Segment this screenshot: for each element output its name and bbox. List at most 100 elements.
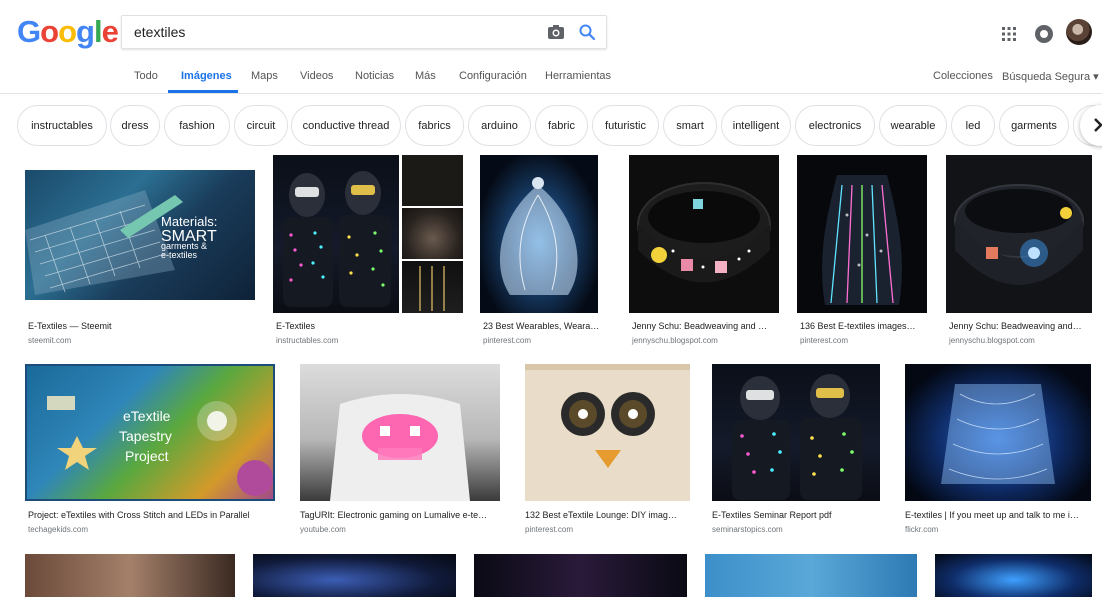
result-thumbnail[interactable]: [300, 364, 500, 501]
safe-search-dropdown[interactable]: Búsqueda Segura ▾: [1002, 70, 1099, 83]
result-title[interactable]: Jenny Schu: Beadweaving and …: [632, 321, 777, 331]
image-result[interactable]: [474, 554, 687, 597]
chip[interactable]: conductive thread: [291, 105, 401, 146]
chip[interactable]: fabrics: [405, 105, 464, 146]
result-thumbnail[interactable]: [273, 155, 399, 313]
image-result[interactable]: eTextile Tapestry Project Project: eText…: [25, 364, 280, 536]
led-suits-image: [732, 374, 862, 500]
tab-configuracion[interactable]: Configuración: [459, 70, 527, 82]
thumbnail-text: Tapestry: [119, 428, 172, 444]
result-source: jennyschu.blogspot.com: [949, 336, 1035, 345]
avatar[interactable]: [1066, 19, 1092, 45]
result-thumbnail[interactable]: [797, 155, 927, 313]
logo-letter: e: [101, 14, 119, 49]
graphene-sheet-image: [25, 190, 183, 295]
image-result[interactable]: E-Textiles instructables.com: [273, 155, 463, 345]
result-title[interactable]: E-Textiles Seminar Report pdf: [712, 510, 880, 520]
result-source: pinterest.com: [483, 336, 532, 345]
tab-mas[interactable]: Más: [415, 70, 436, 82]
chip[interactable]: wearable: [879, 105, 947, 146]
image-result[interactable]: 23 Best Wearables, Weara… pinterest.com: [480, 155, 610, 345]
image-result[interactable]: 136 Best E-textiles images… pinterest.co…: [797, 155, 927, 345]
image-result[interactable]: [25, 554, 235, 597]
result-title[interactable]: Jenny Schu: Beadweaving and…: [949, 321, 1091, 331]
search-icon[interactable]: [578, 23, 596, 41]
result-thumbnail[interactable]: [25, 554, 235, 597]
result-thumbnail[interactable]: [474, 554, 687, 597]
result-thumbnail[interactable]: [705, 554, 917, 597]
result-thumbnail[interactable]: [905, 364, 1091, 501]
image-result[interactable]: TagURIt: Electronic gaming on Lumalive e…: [300, 364, 500, 536]
image-result[interactable]: 132 Best eTextile Lounge: DIY imag… pint…: [525, 364, 690, 536]
chip[interactable]: circuit: [234, 105, 288, 146]
chevron-right-icon: [1094, 118, 1102, 132]
chip[interactable]: arduino: [468, 105, 531, 146]
result-title[interactable]: TagURIt: Electronic gaming on Lumalive e…: [300, 510, 498, 520]
thumbnail-text: Materials:: [161, 214, 218, 229]
result-thumbnail[interactable]: Materials: SMART garments & e-textiles: [25, 170, 255, 300]
result-thumbnail[interactable]: [525, 364, 690, 501]
chip[interactable]: electronics: [795, 105, 875, 146]
image-result[interactable]: [705, 554, 917, 597]
result-thumbnail[interactable]: [946, 155, 1092, 313]
google-logo[interactable]: Google: [17, 14, 119, 50]
result-source: jennyschu.blogspot.com: [632, 336, 718, 345]
result-source: youtube.com: [300, 525, 346, 534]
chip[interactable]: fashion: [164, 105, 230, 146]
thumbnail-text: eTextile: [123, 408, 171, 424]
search-input[interactable]: [134, 16, 534, 48]
image-result[interactable]: [935, 554, 1092, 597]
tab-herramientas[interactable]: Herramientas: [545, 70, 611, 82]
apps-grid-icon[interactable]: [1002, 27, 1016, 41]
result-title[interactable]: E-Textiles: [276, 321, 461, 331]
chip[interactable]: smart: [663, 105, 717, 146]
result-thumbnail[interactable]: [712, 364, 880, 501]
result-thumbnail[interactable]: eTextile Tapestry Project: [25, 364, 275, 501]
result-title[interactable]: E-Textiles — Steemit: [28, 321, 253, 331]
result-thumbnail[interactable]: [629, 155, 779, 313]
result-title[interactable]: 23 Best Wearables, Weara…: [483, 321, 609, 331]
result-source: techagekids.com: [28, 525, 89, 534]
led-shirt-image: [330, 394, 470, 501]
image-result[interactable]: Jenny Schu: Beadweaving and… jennyschu.b…: [946, 155, 1092, 345]
result-title[interactable]: 136 Best E-textiles images…: [800, 321, 926, 331]
result-thumbnail[interactable]: [253, 554, 456, 597]
collections-link[interactable]: Colecciones: [933, 70, 993, 82]
chip[interactable]: garments: [999, 105, 1069, 146]
image-result[interactable]: Materials: SMART garments & e-textiles E…: [25, 155, 255, 345]
tab-videos[interactable]: Videos: [300, 70, 333, 82]
result-title[interactable]: E-textiles | If you meet up and talk to …: [905, 510, 1091, 520]
glowing-top-image: [941, 384, 1055, 484]
beaded-pacman-bracelet-image: [637, 182, 771, 283]
tab-maps[interactable]: Maps: [251, 70, 278, 82]
result-thumbnail[interactable]: [402, 261, 463, 313]
chip[interactable]: futuristic: [592, 105, 659, 146]
search-box: [121, 15, 607, 49]
result-thumbnail[interactable]: [935, 554, 1092, 597]
chip[interactable]: led: [951, 105, 995, 146]
result-title[interactable]: 132 Best eTextile Lounge: DIY imag…: [525, 510, 690, 520]
result-thumbnail[interactable]: [402, 208, 463, 259]
chip[interactable]: intelligent: [721, 105, 791, 146]
result-source: steemit.com: [28, 336, 72, 345]
tab-todo[interactable]: Todo: [134, 70, 158, 82]
result-thumbnail[interactable]: [402, 155, 463, 206]
camera-icon[interactable]: [547, 24, 565, 40]
image-result[interactable]: E-Textiles Seminar Report pdf seminarsto…: [712, 364, 880, 536]
chip[interactable]: instructables: [17, 105, 107, 146]
result-thumbnail[interactable]: [480, 155, 598, 313]
logo-letter: g: [76, 14, 95, 49]
notifications-icon[interactable]: [1034, 24, 1054, 44]
image-result[interactable]: [253, 554, 456, 597]
thumbnail-text: Project: [125, 448, 169, 464]
tab-noticias[interactable]: Noticias: [355, 70, 394, 82]
chip[interactable]: fabric: [535, 105, 588, 146]
chip[interactable]: dress: [110, 105, 160, 146]
tab-imagenes[interactable]: Imágenes: [181, 70, 232, 82]
image-result[interactable]: E-textiles | If you meet up and talk to …: [905, 364, 1091, 536]
logo-letter: o: [58, 14, 77, 49]
active-tab-indicator: [168, 90, 238, 93]
result-source: flickr.com: [905, 525, 939, 534]
result-title[interactable]: Project: eTextiles with Cross Stitch and…: [28, 510, 280, 520]
image-result[interactable]: Jenny Schu: Beadweaving and … jennyschu.…: [629, 155, 779, 345]
